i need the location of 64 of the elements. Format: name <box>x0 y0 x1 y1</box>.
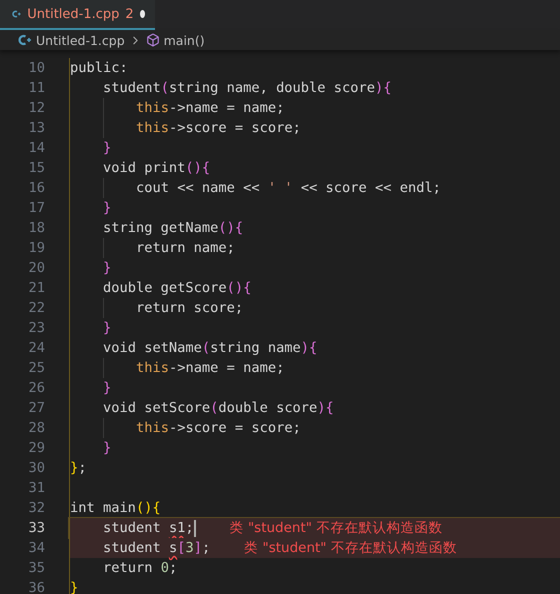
code-line: void setScore(double score){ <box>103 400 334 416</box>
breadcrumb-item[interactable]: main() <box>164 32 205 48</box>
line-number: 30 <box>28 460 45 476</box>
code-line: void print(){ <box>103 160 210 176</box>
line-number: 17 <box>28 200 45 216</box>
code-line: } <box>103 440 112 456</box>
line-number: 36 <box>28 580 45 594</box>
line-number: 14 <box>28 140 45 156</box>
code-line: } <box>103 260 112 276</box>
line-number: 24 <box>28 340 45 356</box>
problem-count: 2 <box>125 6 134 22</box>
code-line: double getScore(){ <box>103 280 252 296</box>
line-number: 20 <box>28 260 45 276</box>
line-number: 11 <box>28 80 45 96</box>
code-line: student s[3]; <box>103 540 210 556</box>
code-line: } <box>70 580 78 594</box>
code-line: } <box>103 200 112 216</box>
code-line: } <box>103 320 112 336</box>
line-number: 34 <box>28 540 45 556</box>
line-number: 21 <box>28 280 45 296</box>
code-line: student(string name, double score){ <box>103 80 392 96</box>
line-number: 10 <box>28 60 45 76</box>
code-line: cout << name << ' ' << score << endl; <box>136 180 441 196</box>
line-number: 23 <box>28 320 45 336</box>
code-line: string getName(){ <box>103 220 244 236</box>
code-line: return 0; <box>103 560 178 576</box>
error-message: 类 "student" 不存在默认构造函数 <box>230 519 442 537</box>
cpp-file-icon <box>12 8 22 20</box>
code-line: public: <box>70 60 128 76</box>
error-message: 类 "student" 不存在默认构造函数 <box>244 539 457 557</box>
code-line: this->score = score; <box>136 120 301 136</box>
line-number: 32 <box>28 500 45 516</box>
code-line: } <box>103 380 112 396</box>
code-line: void setName(string name){ <box>103 340 318 356</box>
breadcrumb-item[interactable]: Untitled-1.cpp <box>36 32 125 48</box>
line-number: 12 <box>28 100 45 116</box>
code-line: }; <box>70 460 86 476</box>
line-number: 18 <box>28 220 45 236</box>
line-number: 28 <box>28 420 45 436</box>
line-number: 25 <box>28 360 45 376</box>
line-number: 22 <box>28 300 45 316</box>
text-cursor <box>194 520 196 536</box>
tab-filename: Untitled-1.cpp <box>27 6 120 22</box>
line-number: 13 <box>28 120 45 136</box>
code-line: this->score = score; <box>136 420 301 436</box>
code-line: return name; <box>136 240 235 256</box>
line-number: 15 <box>28 160 45 176</box>
cpp-file-icon <box>18 34 32 46</box>
line-number: 29 <box>28 440 45 456</box>
line-number: 31 <box>28 480 45 496</box>
code-line: this->name = name; <box>136 100 284 116</box>
line-number: 26 <box>28 380 45 396</box>
code-line: student s1; <box>103 520 194 536</box>
line-number: 19 <box>28 240 45 256</box>
code-line: return score; <box>136 300 244 316</box>
line-number: 33 <box>28 520 45 536</box>
code-line: this->name = name; <box>136 360 284 376</box>
line-number: 35 <box>28 560 45 576</box>
line-number: 16 <box>28 180 45 196</box>
editor-tab[interactable]: Untitled-1.cpp 2 <box>0 0 155 30</box>
code-line: int main(){ <box>70 500 161 516</box>
line-number: 27 <box>28 400 45 416</box>
cube-icon <box>146 33 160 47</box>
code-line: } <box>103 140 112 156</box>
